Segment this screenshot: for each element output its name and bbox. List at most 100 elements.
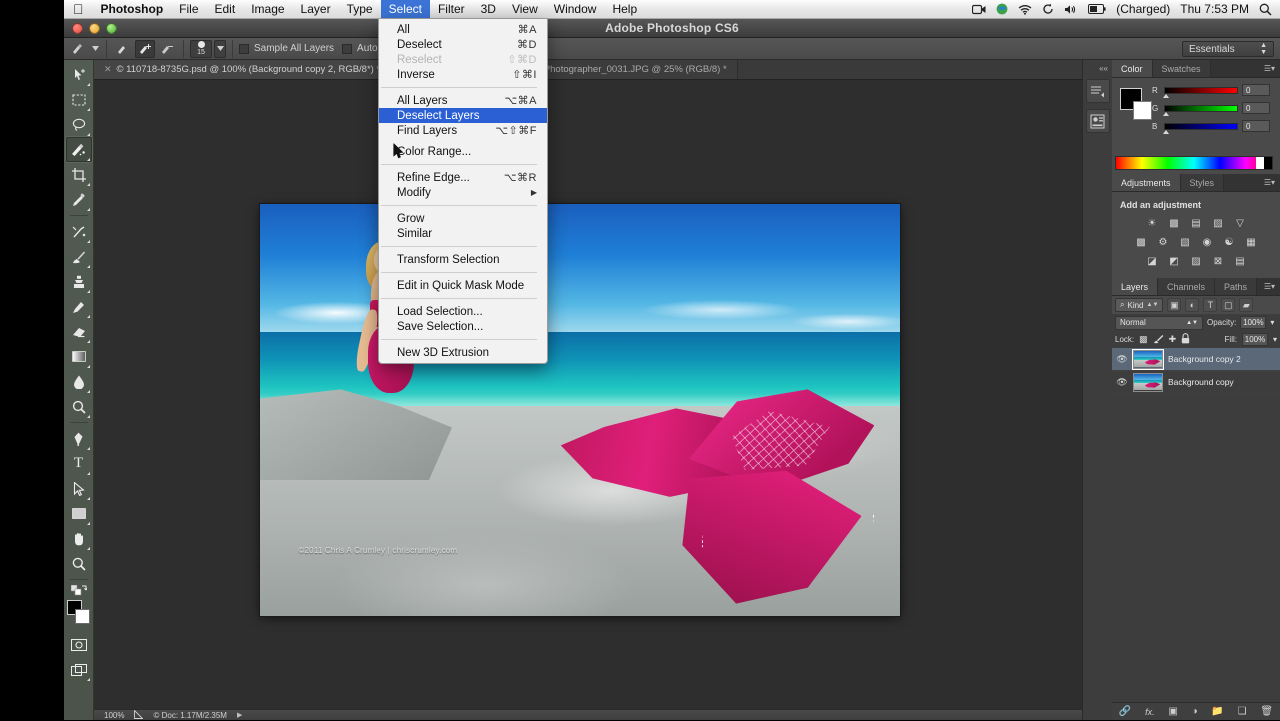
zoom-tool[interactable] bbox=[66, 551, 92, 576]
gradient-map-icon[interactable]: ▤ bbox=[1232, 254, 1249, 269]
eyedropper-tool[interactable] bbox=[66, 187, 92, 212]
fill-chevron-icon[interactable]: ▾ bbox=[1273, 335, 1277, 344]
menu-item-similar[interactable]: Similar bbox=[379, 226, 547, 241]
canvas-area[interactable]: ©2011 Chris A Crumley | chriscrumley.com bbox=[94, 80, 1082, 709]
brush-size-picker[interactable]: 15 bbox=[190, 39, 212, 58]
menu-item-find-layers[interactable]: Find Layers ⌥⇧⌘F bbox=[379, 123, 547, 138]
clone-stamp-tool[interactable] bbox=[66, 269, 92, 294]
resize-grip-icon[interactable] bbox=[134, 708, 145, 721]
menu-item-edit-in-quick-mask-mode[interactable]: Edit in Quick Mask Mode bbox=[379, 278, 547, 293]
tab-layers[interactable]: Layers bbox=[1112, 278, 1159, 295]
opacity-value[interactable]: 100% bbox=[1240, 316, 1267, 329]
channel-g-slider[interactable] bbox=[1163, 104, 1238, 116]
lock-all-icon[interactable] bbox=[1181, 333, 1190, 346]
layer-row-background-copy[interactable]: 👁 Background copy bbox=[1112, 371, 1280, 394]
filter-type-icon[interactable]: T bbox=[1203, 298, 1218, 312]
menu-item-grow[interactable]: Grow bbox=[379, 211, 547, 226]
panel-menu-icon[interactable]: ☰▾ bbox=[1264, 278, 1280, 295]
selection-subtract-icon[interactable] bbox=[157, 40, 177, 58]
filter-adjustment-icon[interactable]: ◐ bbox=[1185, 298, 1200, 312]
color-panel-swatches[interactable] bbox=[1120, 88, 1152, 120]
background-color-swatch[interactable] bbox=[1133, 101, 1152, 120]
hand-tool[interactable] bbox=[66, 526, 92, 551]
blur-tool[interactable] bbox=[66, 369, 92, 394]
tab-color[interactable]: Color bbox=[1112, 60, 1153, 77]
background-color-swatch[interactable] bbox=[74, 609, 90, 624]
lock-image-pixels-icon[interactable] bbox=[1153, 334, 1164, 346]
panel-menu-icon[interactable]: ☰▾ bbox=[1264, 174, 1280, 191]
channel-b-value[interactable]: 0 bbox=[1242, 120, 1270, 132]
volume-icon[interactable] bbox=[1064, 4, 1078, 15]
color-spectrum-ramp[interactable] bbox=[1115, 156, 1273, 170]
menu-layer[interactable]: Layer bbox=[293, 0, 339, 18]
battery-icon[interactable] bbox=[1088, 4, 1106, 14]
menu-item-all[interactable]: All ⌘A bbox=[379, 22, 547, 37]
history-panel-icon[interactable] bbox=[1085, 79, 1110, 103]
default-colors-icon[interactable] bbox=[66, 583, 92, 597]
filter-shape-icon[interactable]: ▢ bbox=[1221, 298, 1236, 312]
menu-item-load-selection[interactable]: Load Selection... bbox=[379, 304, 547, 319]
layer-row-background-copy-2[interactable]: 👁 Background copy 2 bbox=[1112, 348, 1280, 371]
selection-new-icon[interactable] bbox=[113, 40, 133, 58]
selection-add-icon[interactable] bbox=[135, 39, 155, 58]
channel-mixer-icon[interactable]: ☯ bbox=[1221, 235, 1238, 250]
rectangle-tool[interactable] bbox=[66, 501, 92, 526]
quick-mask-icon[interactable] bbox=[66, 632, 92, 657]
horizontal-type-tool[interactable]: T bbox=[66, 451, 92, 476]
blend-mode-select[interactable]: Normal ▲▼ bbox=[1115, 315, 1203, 330]
levels-icon[interactable]: ▩ bbox=[1166, 216, 1183, 231]
pen-tool[interactable] bbox=[66, 426, 92, 451]
collapse-panels-icon[interactable]: «« bbox=[1099, 64, 1112, 73]
layer-style-icon[interactable]: fx. bbox=[1145, 707, 1155, 717]
posterize-icon[interactable]: ◩ bbox=[1166, 254, 1183, 269]
brush-preset-icon[interactable] bbox=[68, 40, 88, 58]
menu-item-modify[interactable]: Modify ▶ bbox=[379, 185, 547, 200]
wifi-icon[interactable] bbox=[1018, 4, 1032, 15]
layer-name[interactable]: Background copy bbox=[1168, 377, 1234, 387]
menu-item-deselect[interactable]: Deselect ⌘D bbox=[379, 37, 547, 52]
gradient-tool[interactable] bbox=[66, 344, 92, 369]
menu-item-deselect-layers[interactable]: Deselect Layers bbox=[379, 108, 547, 123]
tab-swatches[interactable]: Swatches bbox=[1152, 60, 1211, 77]
color-balance-icon[interactable]: ⚙ bbox=[1155, 235, 1172, 250]
workspace-switcher[interactable]: Essentials ▲ ▼ bbox=[1182, 41, 1274, 57]
new-layer-icon[interactable]: ❏ bbox=[1238, 706, 1247, 717]
color-lookup-icon[interactable]: ▦ bbox=[1243, 235, 1260, 250]
link-layers-icon[interactable]: 🔗 bbox=[1119, 706, 1131, 717]
sync-icon[interactable] bbox=[1042, 3, 1054, 15]
auto-enhance-checkbox[interactable] bbox=[342, 43, 353, 54]
channel-g-value[interactable]: 0 bbox=[1242, 102, 1270, 114]
selective-color-icon[interactable]: ⊠ bbox=[1210, 254, 1227, 269]
channel-r-value[interactable]: 0 bbox=[1242, 84, 1270, 96]
channel-r-slider[interactable] bbox=[1163, 86, 1238, 98]
brush-tool[interactable] bbox=[66, 244, 92, 269]
layer-name[interactable]: Background copy 2 bbox=[1168, 354, 1241, 364]
quick-selection-tool[interactable] bbox=[65, 137, 92, 162]
lock-position-icon[interactable]: ✚ bbox=[1169, 334, 1177, 345]
filter-smart-object-icon[interactable]: ▰ bbox=[1239, 298, 1254, 312]
search-icon[interactable] bbox=[1259, 3, 1272, 16]
eye-icon[interactable]: 👁 bbox=[1116, 354, 1128, 365]
apple-icon[interactable]:  bbox=[64, 0, 93, 18]
layer-kind-filter[interactable]: ⌕ Kind ▲▼ bbox=[1115, 298, 1164, 312]
layer-thumbnail[interactable] bbox=[1132, 348, 1164, 370]
tab-paths[interactable]: Paths bbox=[1215, 278, 1258, 295]
fill-value[interactable]: 100% bbox=[1241, 333, 1268, 346]
menu-item-transform-selection[interactable]: Transform Selection bbox=[379, 252, 547, 267]
slider-thumb[interactable] bbox=[1163, 129, 1169, 134]
menu-item-inverse[interactable]: Inverse ⇧⌘I bbox=[379, 67, 547, 82]
menu-item-save-selection[interactable]: Save Selection... bbox=[379, 319, 547, 334]
history-brush-tool[interactable] bbox=[66, 294, 92, 319]
menu-file[interactable]: File bbox=[171, 0, 206, 18]
dodge-tool[interactable] bbox=[66, 394, 92, 419]
menu-3d[interactable]: 3D bbox=[473, 0, 504, 18]
clock[interactable]: Thu 7:53 PM bbox=[1180, 2, 1249, 16]
color-swatches[interactable] bbox=[66, 600, 92, 628]
menu-image[interactable]: Image bbox=[243, 0, 292, 18]
vibrance-icon[interactable]: ▽ bbox=[1232, 216, 1249, 231]
menu-item-color-range[interactable]: Color Range... bbox=[379, 144, 547, 159]
menu-type[interactable]: Type bbox=[339, 0, 381, 18]
threshold-icon[interactable]: ▨ bbox=[1188, 254, 1205, 269]
brush-options-chevron-icon[interactable] bbox=[214, 39, 226, 58]
menu-window[interactable]: Window bbox=[546, 0, 605, 18]
